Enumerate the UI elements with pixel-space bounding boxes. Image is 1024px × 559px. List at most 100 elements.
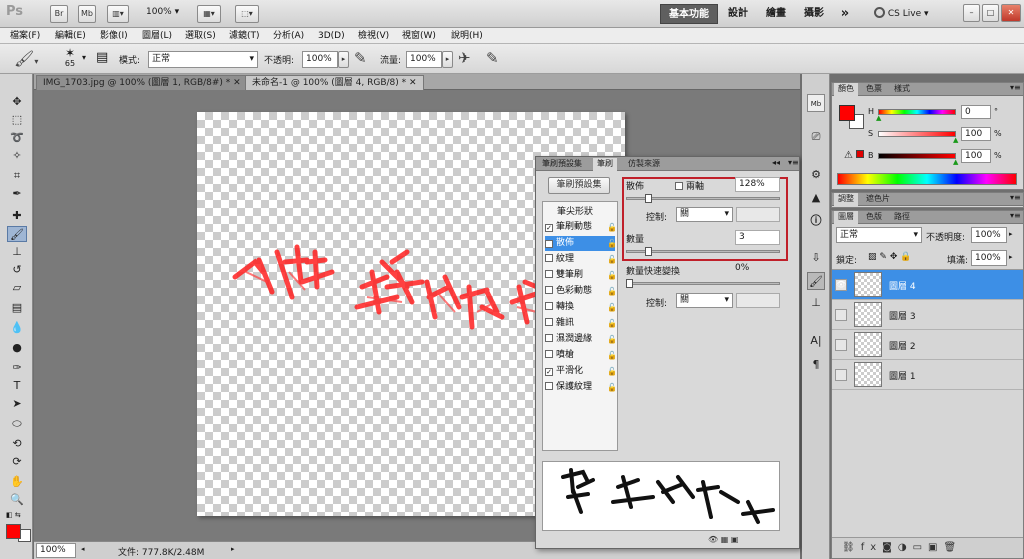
brush-setting-item[interactable]: 轉換 🔓: [545, 300, 617, 315]
saturation-slider-thumb[interactable]: ▲: [953, 136, 958, 144]
brush-setting-item[interactable]: 濕潤邊緣 🔓: [545, 332, 617, 347]
launch-bridge-button[interactable]: Br: [50, 5, 68, 23]
brightness-slider[interactable]: [878, 153, 956, 159]
scatter-control-dropdown[interactable]: 關 ▾: [676, 207, 733, 222]
quick-select-tool-icon[interactable]: ✧: [7, 148, 27, 164]
tab-clone-source[interactable]: 仿製來源: [624, 158, 664, 171]
hue-value-field[interactable]: 0: [961, 105, 991, 119]
view-extras-button[interactable]: ▥▾: [107, 5, 129, 23]
layer-opacity-slider-button[interactable]: ▸: [1009, 230, 1013, 238]
brush-setting-checkbox[interactable]: [545, 286, 553, 294]
opacity-field[interactable]: 100%: [302, 51, 338, 68]
delete-layer-icon[interactable]: 🗑: [944, 542, 963, 553]
panel-collapse-icon[interactable]: ◂◂: [772, 158, 780, 167]
tab-color[interactable]: 顏色: [834, 83, 858, 96]
screen-mode-button[interactable]: ⬚▾: [235, 5, 259, 23]
eyedropper-tool-icon[interactable]: ✒: [7, 186, 27, 202]
brush-setting-checkbox[interactable]: [545, 318, 553, 326]
clone-source-panel-icon[interactable]: ⊥: [807, 294, 825, 312]
info-panel-icon[interactable]: ⓘ: [807, 212, 825, 230]
menu-help[interactable]: 說明(H): [451, 29, 483, 43]
fill-field[interactable]: 100%: [971, 250, 1007, 266]
toggle-brush-preview-icon[interactable]: 👁: [708, 535, 718, 544]
brush-setting-checkbox[interactable]: [545, 382, 553, 390]
fill-slider-button[interactable]: ▸: [1009, 253, 1013, 261]
brush-setting-item[interactable]: ✓ 平滑化 🔓: [545, 364, 617, 379]
menu-window[interactable]: 視窗(W): [402, 29, 436, 43]
layer-row[interactable]: 圖層 3: [832, 300, 1023, 330]
menu-filter[interactable]: 濾鏡(T): [229, 29, 260, 43]
brush-panel-toggle-icon[interactable]: ▤: [96, 50, 108, 65]
menu-edit[interactable]: 編輯(E): [55, 29, 86, 43]
lock-icon[interactable]: 🔓: [607, 380, 617, 395]
histogram-panel-icon[interactable]: ▲: [807, 189, 825, 207]
lock-icon[interactable]: 🔓: [607, 332, 617, 347]
both-axes-checkbox[interactable]: 兩軸: [675, 179, 704, 192]
gamut-color-swatch[interactable]: [856, 150, 864, 158]
layer-name[interactable]: 圖層 2: [889, 339, 916, 352]
out-of-gamut-warning-icon[interactable]: ⚠: [844, 150, 853, 161]
brush-setting-checkbox[interactable]: ✓: [545, 240, 553, 248]
tool-presets-panel-icon[interactable]: ⇩: [807, 249, 825, 267]
minimize-button[interactable]: –: [963, 4, 980, 22]
workspace-design-button[interactable]: 設計: [724, 4, 752, 24]
saturation-value-field[interactable]: 100: [961, 127, 991, 141]
tab-layers[interactable]: 圖層: [834, 211, 858, 224]
tab-adjustments[interactable]: 調整: [834, 193, 858, 206]
path-selection-tool-icon[interactable]: ➤: [7, 396, 27, 412]
hue-slider[interactable]: [878, 109, 956, 115]
brush-setting-item[interactable]: ✓ 散佈 🔓: [545, 236, 617, 251]
brush-setting-checkbox[interactable]: [545, 350, 553, 358]
eraser-tool-icon[interactable]: ▱: [7, 280, 27, 296]
swap-default-colors-icon[interactable]: ◧ ⇆: [6, 511, 28, 521]
brush-setting-checkbox[interactable]: [545, 334, 553, 342]
brush-setting-item[interactable]: 紋理 🔓: [545, 252, 617, 267]
pen-tool-icon[interactable]: ✑: [7, 360, 27, 376]
lock-pixels-icon[interactable]: ✎: [879, 252, 887, 262]
brush-setting-item[interactable]: 雙筆刷 🔓: [545, 268, 617, 283]
flow-slider-button[interactable]: ▸: [442, 51, 453, 68]
move-tool-icon[interactable]: ✥: [7, 94, 27, 110]
character-panel-icon[interactable]: A|: [807, 332, 825, 350]
adjustment-layer-icon[interactable]: ◑: [898, 542, 913, 553]
add-mask-icon[interactable]: ◙: [882, 542, 898, 553]
new-brush-icon[interactable]: ▣: [731, 535, 739, 544]
count-value-field[interactable]: 3: [735, 230, 780, 245]
zoom-field[interactable]: 100%: [36, 543, 76, 558]
new-layer-icon[interactable]: ▣: [928, 542, 943, 553]
count-slider-thumb[interactable]: [645, 247, 653, 256]
lock-icon[interactable]: 🔓: [607, 220, 617, 235]
3d-orbit-tool-icon[interactable]: ⟳: [7, 454, 27, 470]
menu-3d[interactable]: 3D(D): [318, 29, 345, 43]
shape-tool-icon[interactable]: ⬭: [7, 416, 27, 432]
hue-slider-thumb[interactable]: ▲: [876, 114, 881, 122]
brightness-value-field[interactable]: 100: [961, 149, 991, 163]
brush-setting-checkbox[interactable]: ✓: [545, 224, 553, 232]
tool-preset-picker[interactable]: 🖌▾: [14, 49, 38, 68]
tab-brush-presets[interactable]: 筆刷預設集: [538, 158, 586, 171]
history-panel-icon[interactable]: ⎚: [807, 128, 825, 146]
marquee-tool-icon[interactable]: ⬚: [7, 112, 27, 128]
brightness-slider-thumb[interactable]: ▲: [953, 158, 958, 166]
brush-setting-checkbox[interactable]: ✓: [545, 368, 553, 376]
brush-setting-item[interactable]: 噴槍 🔓: [545, 348, 617, 363]
menu-view[interactable]: 檢視(V): [358, 29, 389, 43]
panel-menu-icon[interactable]: ▾≡: [1010, 211, 1021, 220]
link-layers-icon[interactable]: ⛓: [842, 542, 861, 553]
layer-name[interactable]: 圖層 1: [889, 369, 916, 382]
lock-icon[interactable]: 🔓: [607, 316, 617, 331]
maximize-button[interactable]: □: [982, 4, 999, 22]
cs-live-button[interactable]: CS Live ▾: [874, 6, 929, 22]
brush-setting-checkbox[interactable]: [545, 254, 553, 262]
new-group-icon[interactable]: ▭: [913, 542, 928, 553]
layer-visibility-eye-icon[interactable]: [835, 369, 847, 381]
blur-tool-icon[interactable]: 💧: [7, 320, 27, 336]
panel-menu-icon[interactable]: ▾≡: [1010, 83, 1021, 92]
gradient-tool-icon[interactable]: ▤: [7, 300, 27, 316]
tab-img-1703[interactable]: IMG_1703.jpg @ 100% (圖層 1, RGB/8#) * ✕: [36, 75, 248, 90]
close-window-button[interactable]: ✕: [1001, 4, 1021, 22]
workspace-photography-button[interactable]: 攝影: [800, 4, 828, 24]
tab-styles[interactable]: 樣式: [890, 83, 914, 96]
count-jitter-slider[interactable]: [626, 282, 780, 285]
brush-setting-checkbox[interactable]: [545, 302, 553, 310]
